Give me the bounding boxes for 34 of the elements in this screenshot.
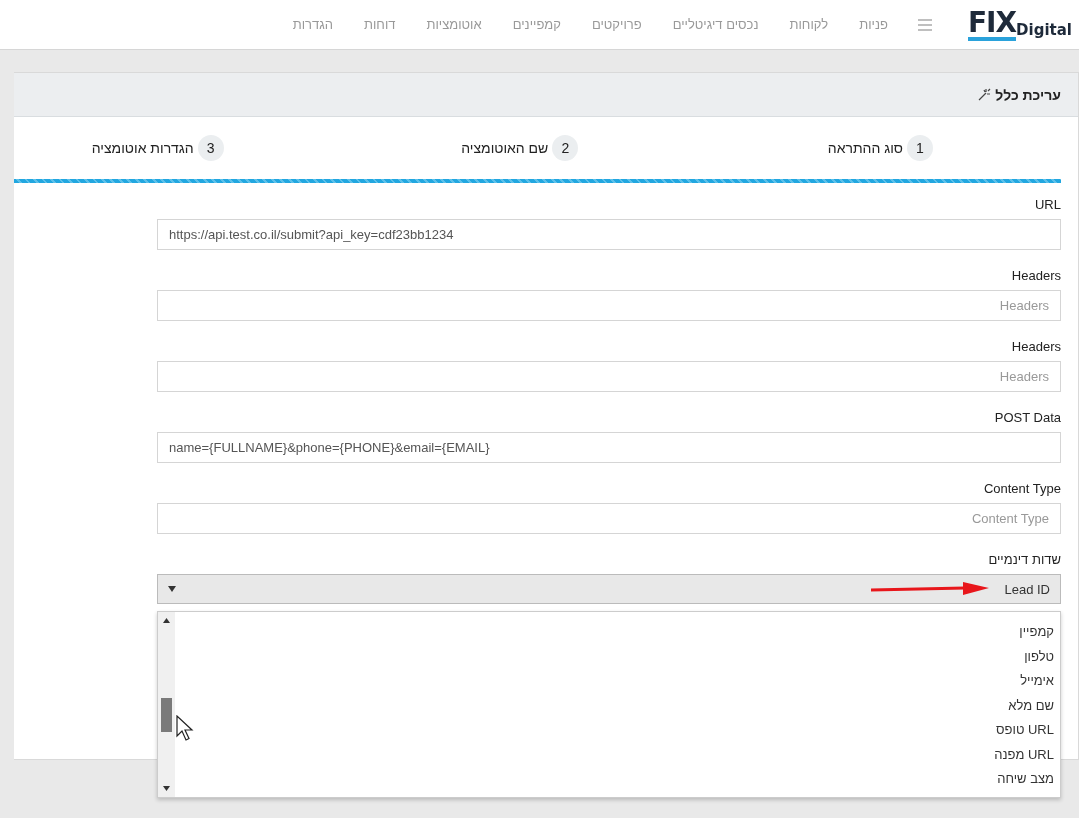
dropdown-option[interactable]: URL טופס bbox=[175, 718, 1060, 743]
field-label: שדות דינמיים bbox=[988, 552, 1061, 567]
select-field[interactable]: Lead ID bbox=[157, 574, 1061, 604]
field-label: POST Data bbox=[994, 410, 1061, 425]
input-field[interactable]: https://api.test.co.il/submit?api_key=cdf23bb1234 bbox=[157, 219, 1061, 250]
step-label: סוג ההתראה bbox=[827, 140, 903, 156]
input-field[interactable]: Content Type bbox=[157, 503, 1061, 534]
dropdown-option[interactable]: קמפיין bbox=[175, 620, 1060, 645]
input-field[interactable]: Headers bbox=[157, 361, 1061, 392]
scroll-thumb[interactable] bbox=[161, 698, 172, 732]
cursor-icon bbox=[176, 715, 194, 741]
input-field[interactable]: name={FULLNAME}&phone={PHONE}&email={EMAIL} bbox=[157, 432, 1061, 463]
caret-icon bbox=[168, 586, 176, 592]
input-field[interactable]: Headers bbox=[157, 290, 1061, 321]
step-label: שם האוטומציה bbox=[461, 140, 549, 156]
dropdown-option[interactable]: מצב שיחה bbox=[175, 767, 1060, 792]
wand-icon bbox=[978, 88, 992, 101]
field-label: Headers bbox=[1011, 268, 1061, 283]
field-label: Headers bbox=[1011, 339, 1061, 354]
field-label: URL bbox=[1035, 197, 1061, 212]
dropdown-option[interactable]: אימייל bbox=[175, 669, 1060, 694]
step-number: 3 bbox=[197, 135, 224, 161]
scroll-down-icon[interactable] bbox=[163, 786, 170, 791]
dropdown-option[interactable]: טלפון bbox=[175, 644, 1060, 669]
scroll-up-icon[interactable] bbox=[163, 618, 170, 623]
step-number: 1 bbox=[907, 135, 933, 161]
dropdown-option[interactable]: URL מפנה bbox=[175, 742, 1060, 767]
scrollbar[interactable] bbox=[158, 612, 175, 797]
logo[interactable]: FIXDigital bbox=[967, 8, 1072, 41]
card-title: עריכת כלל bbox=[995, 86, 1061, 103]
field-label: Content Type bbox=[983, 481, 1061, 496]
step-label: הגדרות אוטומציה bbox=[91, 140, 194, 156]
step-number: 2 bbox=[552, 135, 579, 161]
dropdown-option[interactable]: שם מלא bbox=[175, 693, 1060, 718]
